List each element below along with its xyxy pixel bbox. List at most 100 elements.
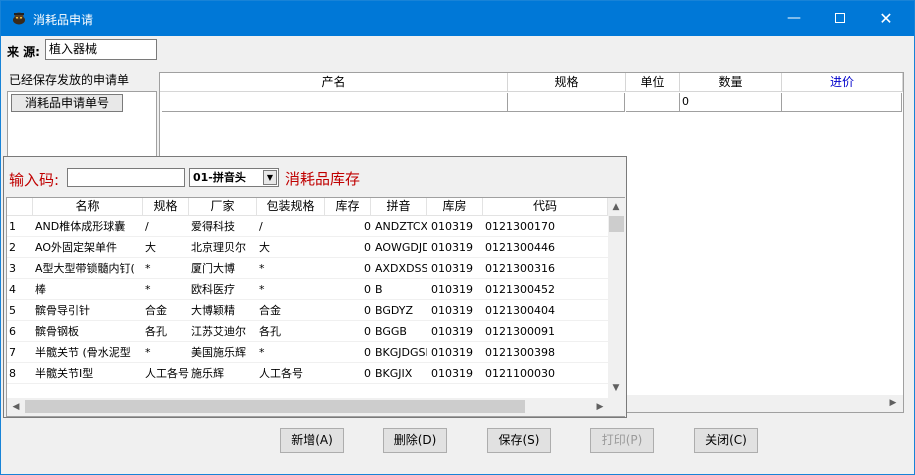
lookup-cell-name[interactable]: A型大型带锁髓内钉( bbox=[35, 258, 143, 279]
lookup-cell-spec[interactable]: * bbox=[145, 342, 189, 363]
lookup-cell-name[interactable]: 髌骨导引针 bbox=[35, 300, 143, 321]
lookup-header-pinyin[interactable]: 拼音 bbox=[371, 198, 427, 215]
scroll-right-icon[interactable]: ▶ bbox=[592, 399, 608, 415]
delete-button[interactable]: 删除(D) bbox=[383, 428, 447, 453]
lookup-cell-store[interactable]: 010319 bbox=[431, 216, 483, 237]
lookup-cell-code[interactable]: 0121300316 bbox=[485, 258, 605, 279]
add-button[interactable]: 新增(A) bbox=[280, 428, 344, 453]
lookup-cell-spec[interactable]: 人工各号 bbox=[145, 363, 189, 384]
table-row[interactable]: 8 半髋关节I型 人工各号 施乐辉 人工各号 0 BKGJIX 010319 012110003… bbox=[7, 363, 608, 384]
main-header-price[interactable]: 进价 bbox=[782, 73, 903, 92]
lookup-cell-pinyin[interactable]: BGGB bbox=[375, 321, 427, 342]
lookup-cell-name[interactable]: AO外固定架单件 bbox=[35, 237, 143, 258]
lookup-header-store[interactable]: 库房 bbox=[427, 198, 483, 215]
lookup-header-stock[interactable]: 库存 bbox=[325, 198, 371, 215]
saved-list-header[interactable]: 消耗品申请单号 bbox=[11, 94, 123, 112]
lookup-cell-pinyin[interactable]: BKGJDGSN bbox=[375, 342, 427, 363]
lookup-cell-spec[interactable]: 大 bbox=[145, 237, 189, 258]
table-row[interactable]: 6 髌骨钢板 各孔 江苏艾迪尔 各孔 0 BGGB 010319 0121300091 bbox=[7, 321, 608, 342]
lookup-cell-store[interactable]: 010319 bbox=[431, 237, 483, 258]
lookup-cell-stock[interactable]: 0 bbox=[327, 342, 373, 363]
lookup-cell-pack[interactable]: 人工各号 bbox=[259, 363, 325, 384]
main-cell-price[interactable] bbox=[782, 93, 902, 112]
lookup-hscrollbar[interactable]: ◀ ▶ bbox=[7, 398, 608, 416]
saved-list-panel[interactable]: 消耗品申请单号 bbox=[7, 91, 157, 161]
lookup-cell-index[interactable]: 1 bbox=[9, 216, 31, 237]
lookup-cell-stock[interactable]: 0 bbox=[327, 279, 373, 300]
lookup-input[interactable] bbox=[67, 168, 185, 187]
scroll-left-icon[interactable]: ◀ bbox=[8, 399, 24, 415]
lookup-cell-pinyin[interactable]: ANDZTCXQ bbox=[375, 216, 427, 237]
lookup-cell-code[interactable]: 0121300446 bbox=[485, 237, 605, 258]
lookup-cell-store[interactable]: 010319 bbox=[431, 300, 483, 321]
lookup-cell-pinyin[interactable]: BKGJIX bbox=[375, 363, 427, 384]
lookup-cell-index[interactable]: 7 bbox=[9, 342, 31, 363]
lookup-cell-index[interactable]: 5 bbox=[9, 300, 31, 321]
lookup-header-pack[interactable]: 包装规格 bbox=[257, 198, 325, 215]
main-cell-unit[interactable] bbox=[626, 93, 680, 112]
main-header-name[interactable]: 产名 bbox=[160, 73, 508, 92]
lookup-cell-index[interactable]: 2 bbox=[9, 237, 31, 258]
lookup-cell-spec[interactable]: 合金 bbox=[145, 300, 189, 321]
lookup-header-code[interactable]: 代码 bbox=[483, 198, 608, 215]
table-row[interactable]: 7半髋关节 (骨水泥型*美国施乐辉*0BKGJDGSN0103190121300… bbox=[7, 342, 608, 363]
lookup-cell-pinyin[interactable]: AOWGDJDJ bbox=[375, 237, 427, 258]
close-dialog-button[interactable]: 关闭(C) bbox=[694, 428, 758, 453]
lookup-cell-pack[interactable]: * bbox=[259, 342, 325, 363]
lookup-cell-index[interactable]: 3 bbox=[9, 258, 31, 279]
main-cell-name[interactable] bbox=[162, 93, 508, 112]
lookup-cell-code[interactable]: 0121300398 bbox=[485, 342, 605, 363]
lookup-cell-maker[interactable]: 爱得科技 bbox=[191, 216, 257, 237]
minimize-button[interactable]: — bbox=[771, 1, 817, 36]
lookup-cell-pack[interactable]: 大 bbox=[259, 237, 325, 258]
lookup-cell-pack[interactable]: / bbox=[259, 216, 325, 237]
lookup-cell-code[interactable]: 0121300170 bbox=[485, 216, 605, 237]
lookup-header-maker[interactable]: 厂家 bbox=[189, 198, 257, 215]
lookup-cell-maker[interactable]: 欧科医疗 bbox=[191, 279, 257, 300]
main-header-qty[interactable]: 数量 bbox=[680, 73, 782, 92]
lookup-cell-maker[interactable]: 大博颖精 bbox=[191, 300, 257, 321]
scroll-right-icon[interactable]: ▶ bbox=[885, 395, 901, 411]
lookup-cell-pack[interactable]: * bbox=[259, 279, 325, 300]
lookup-cell-name[interactable]: 髌骨钢板 bbox=[35, 321, 143, 342]
lookup-cell-index[interactable]: 8 bbox=[9, 363, 31, 384]
chevron-down-icon[interactable]: ▼ bbox=[263, 170, 277, 185]
title-bar[interactable]: 消耗品申请 — ✕ bbox=[1, 1, 914, 36]
close-button[interactable]: ✕ bbox=[863, 1, 909, 36]
lookup-cell-stock[interactable]: 0 bbox=[327, 321, 373, 342]
lookup-cell-pinyin[interactable]: BGDYZ bbox=[375, 300, 427, 321]
main-header-spec[interactable]: 规格 bbox=[508, 73, 626, 92]
maximize-button[interactable] bbox=[817, 1, 863, 36]
lookup-cell-stock[interactable]: 0 bbox=[327, 258, 373, 279]
lookup-cell-store[interactable]: 010319 bbox=[431, 258, 483, 279]
table-row[interactable]: 5 髌骨导引针 合金 大博颖精 合金 0 BGDYZ 010319 0121300404 bbox=[7, 300, 608, 321]
mode-select[interactable]: 01-拼音头 ▼ bbox=[189, 168, 279, 187]
lookup-cell-code[interactable]: 0121300404 bbox=[485, 300, 605, 321]
source-input[interactable]: 植入器械 bbox=[45, 39, 157, 60]
lookup-cell-name[interactable]: 棒 bbox=[35, 279, 143, 300]
lookup-cell-pinyin[interactable]: AXDXDSSN bbox=[375, 258, 427, 279]
main-cell-spec[interactable] bbox=[508, 93, 625, 112]
lookup-cell-name[interactable]: 半髋关节 (骨水泥型 bbox=[35, 342, 143, 363]
print-button[interactable]: 打印(P) bbox=[590, 428, 654, 453]
lookup-cell-name[interactable]: AND椎体成形球囊 bbox=[35, 216, 143, 237]
lookup-cell-store[interactable]: 010319 bbox=[431, 363, 483, 384]
lookup-cell-index[interactable]: 6 bbox=[9, 321, 31, 342]
lookup-cell-pack[interactable]: 各孔 bbox=[259, 321, 325, 342]
lookup-cell-maker[interactable]: 北京理贝尔 bbox=[191, 237, 257, 258]
lookup-cell-spec[interactable]: * bbox=[145, 258, 189, 279]
lookup-cell-code[interactable]: 0121100030 bbox=[485, 363, 605, 384]
lookup-cell-store[interactable]: 010319 bbox=[431, 279, 483, 300]
lookup-cell-pinyin[interactable]: B bbox=[375, 279, 427, 300]
table-row[interactable]: 4 棒 * 欧科医疗 * 0 B 010319 0121300452 bbox=[7, 279, 608, 300]
lookup-cell-stock[interactable]: 0 bbox=[327, 363, 373, 384]
lookup-cell-pack[interactable]: 合金 bbox=[259, 300, 325, 321]
lookup-cell-stock[interactable]: 0 bbox=[327, 300, 373, 321]
lookup-cell-code[interactable]: 0121300091 bbox=[485, 321, 605, 342]
lookup-cell-spec[interactable]: 各孔 bbox=[145, 321, 189, 342]
lookup-grid[interactable]: 名称 规格 厂家 包装规格 库存 拼音 库房 代码 1 AND椎体成形球囊 / 爱得科… bbox=[6, 197, 625, 417]
lookup-vscrollbar[interactable]: ▲ ▼ bbox=[608, 198, 625, 398]
table-row[interactable]: 1AND椎体成形球囊/爱得科技/0ANDZTCXQ010319012130017… bbox=[7, 216, 608, 237]
lookup-cell-maker[interactable]: 厦门大博 bbox=[191, 258, 257, 279]
lookup-cell-pack[interactable]: * bbox=[259, 258, 325, 279]
